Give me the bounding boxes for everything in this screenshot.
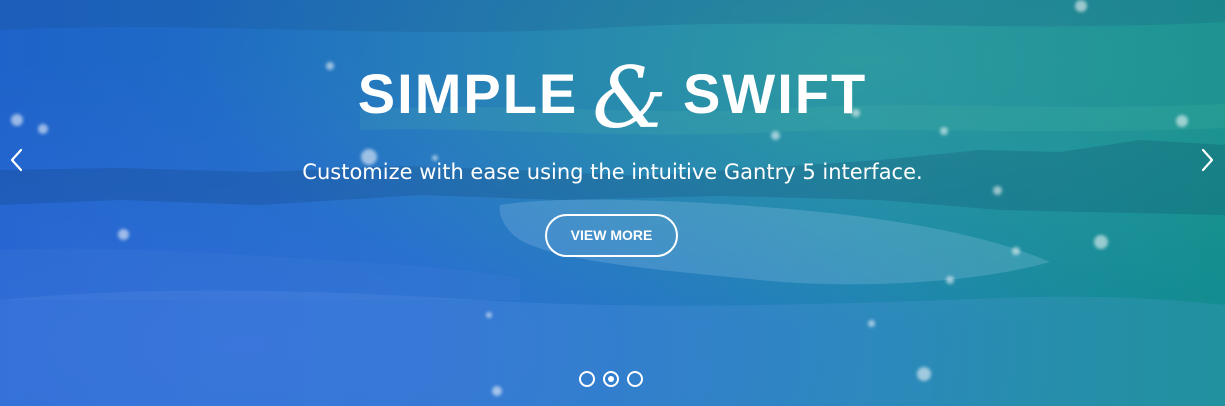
headline-ampersand: & (592, 49, 670, 147)
view-more-button[interactable]: VIEW MORE (545, 214, 678, 257)
headline-word-simple: SIMPLE (357, 62, 579, 125)
bokeh-light (993, 186, 1002, 195)
bokeh-light (492, 386, 502, 396)
bokeh-light (486, 312, 492, 318)
bokeh-light (917, 367, 931, 381)
carousel-pagination (579, 371, 643, 387)
pagination-dot-active[interactable] (603, 371, 619, 387)
headline-word-swift: SWIFT (683, 62, 868, 125)
hero-slideshow: SIMPLE & SWIFT Customize with ease using t… (0, 0, 1225, 406)
pagination-dot[interactable] (579, 371, 595, 387)
bokeh-light (118, 229, 129, 240)
bokeh-light (1012, 247, 1020, 255)
bokeh-light (1094, 235, 1108, 249)
bokeh-light (946, 276, 954, 284)
bokeh-light (868, 320, 875, 327)
slide-subtitle: Customize with ease using the intuitive … (302, 160, 923, 184)
bokeh-light (1075, 0, 1087, 12)
slide-headline: SIMPLE & SWIFT (0, 49, 1225, 147)
pagination-dot[interactable] (627, 371, 643, 387)
